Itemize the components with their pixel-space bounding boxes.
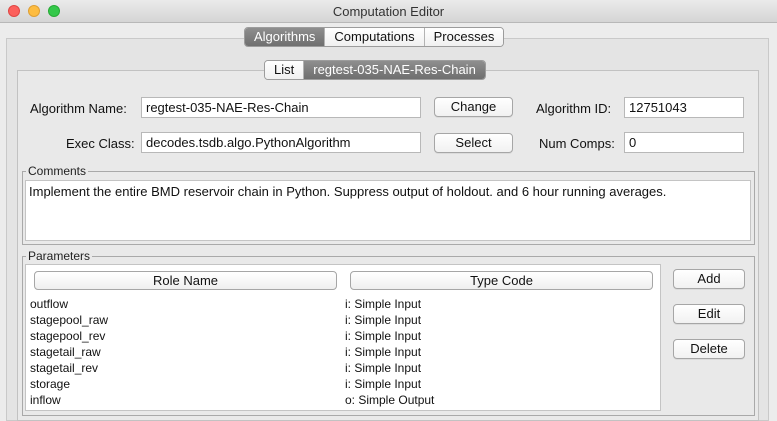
table-row[interactable]: stagepool_raw i: Simple Input (26, 312, 660, 328)
table-row[interactable]: stagetail_raw i: Simple Input (26, 344, 660, 360)
edit-parameter-button[interactable]: Edit (673, 304, 745, 324)
table-row[interactable]: outflow i: Simple Input (26, 296, 660, 312)
algorithm-id-field[interactable] (624, 97, 744, 118)
table-row[interactable]: stagetail_rev i: Simple Input (26, 360, 660, 376)
select-button[interactable]: Select (434, 133, 513, 153)
window-title: Computation Editor (332, 4, 445, 19)
algorithm-name-label: Algorithm Name: (30, 101, 127, 116)
table-row[interactable]: inflow o: Simple Output (26, 392, 660, 408)
role-name-cell: stagepool_raw (30, 313, 109, 327)
change-button[interactable]: Change (434, 97, 513, 117)
column-header-type-code[interactable]: Type Code (350, 271, 653, 290)
tab-algorithms[interactable]: Algorithms (245, 28, 325, 46)
num-comps-label: Num Comps: (539, 136, 615, 151)
tab-algorithm-regtest-035[interactable]: regtest-035-NAE-Res-Chain (303, 61, 485, 79)
delete-parameter-button[interactable]: Delete (673, 339, 745, 359)
top-tab-bar: Algorithms Computations Processes (244, 27, 505, 47)
type-code-cell: o: Simple Output (345, 393, 435, 407)
role-name-cell: stagetail_rev (30, 361, 99, 375)
type-code-cell: i: Simple Input (345, 329, 422, 343)
num-comps-field[interactable] (624, 132, 744, 153)
tab-computations[interactable]: Computations (324, 28, 424, 46)
add-parameter-button[interactable]: Add (673, 269, 745, 289)
parameters-table: Role Name Type Code outflow i: Simple In… (25, 264, 661, 411)
exec-class-label: Exec Class: (66, 136, 135, 151)
algorithm-id-label: Algorithm ID: (536, 101, 612, 116)
algorithm-name-field[interactable] (141, 97, 421, 118)
role-name-cell: stagepool_rev (30, 329, 106, 343)
table-row[interactable]: stagepool_rev i: Simple Input (26, 328, 660, 344)
column-header-role-name[interactable]: Role Name (34, 271, 337, 290)
exec-class-field[interactable] (141, 132, 421, 153)
role-name-cell: inflow (30, 393, 61, 407)
parameters-title: Parameters (26, 249, 93, 263)
table-row[interactable]: storage i: Simple Input (26, 376, 660, 392)
tab-processes[interactable]: Processes (423, 28, 504, 46)
role-name-cell: outflow (30, 297, 69, 311)
window-title-bar: Computation Editor (0, 0, 777, 23)
comments-textarea[interactable]: Implement the entire BMD reservoir chain… (25, 180, 751, 241)
sub-tab-bar: List regtest-035-NAE-Res-Chain (264, 60, 486, 80)
type-code-cell: i: Simple Input (345, 377, 422, 391)
type-code-cell: i: Simple Input (345, 297, 422, 311)
role-name-cell: storage (30, 377, 71, 391)
role-name-cell: stagetail_raw (30, 345, 101, 359)
comments-title: Comments (26, 164, 89, 178)
type-code-cell: i: Simple Input (345, 345, 422, 359)
type-code-cell: i: Simple Input (345, 313, 422, 327)
type-code-cell: i: Simple Input (345, 361, 422, 375)
tab-list[interactable]: List (265, 61, 304, 79)
